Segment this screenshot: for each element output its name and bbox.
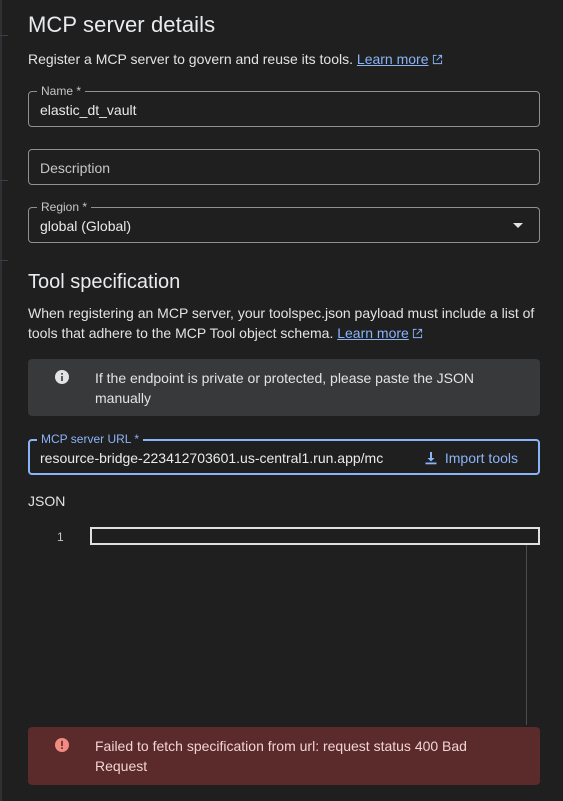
mcp-server-details-panel: MCP server details Register a MCP server… xyxy=(0,0,563,801)
learn-more-link[interactable]: Learn more xyxy=(357,51,443,67)
json-editor-input[interactable] xyxy=(90,527,540,545)
background-divider xyxy=(0,35,8,36)
tool-specification-title: Tool specification xyxy=(28,271,181,293)
mcp-server-url-value: resource-bridge-223412703601.us-central1… xyxy=(40,450,384,466)
external-link-icon xyxy=(432,54,442,65)
region-select-label: Region * xyxy=(37,200,92,214)
name-field-value: elastic_dt_vault xyxy=(40,102,137,118)
region-select[interactable]: Region * global (Global) xyxy=(28,200,540,243)
mcp-server-url-field[interactable]: MCP server URL * resource-bridge-2234127… xyxy=(28,432,540,475)
description-field[interactable]: Description xyxy=(28,149,540,185)
download-icon xyxy=(425,452,437,465)
name-field-label: Name * xyxy=(37,84,86,98)
region-select-value: global (Global) xyxy=(40,218,132,234)
error-icon xyxy=(55,738,69,752)
learn-more-label: Learn more xyxy=(356,51,429,67)
description-field-placeholder: Description xyxy=(40,160,111,176)
name-field[interactable]: Name * elastic_dt_vault xyxy=(28,84,540,127)
editor-scrollbar[interactable] xyxy=(526,545,527,725)
details-description-text: Register a MCP server to govern and reus… xyxy=(28,51,354,67)
import-tools-button[interactable]: Import tools xyxy=(413,446,532,470)
error-banner: Failed to fetch specification from url: … xyxy=(28,727,540,785)
info-banner: If the endpoint is private or protected,… xyxy=(28,359,540,416)
mcp-server-url-label: MCP server URL * xyxy=(37,432,144,446)
tool-spec-learn-more-link[interactable]: Learn more xyxy=(337,325,423,341)
tool-spec-description-text: When registering an MCP server, your too… xyxy=(28,305,535,341)
editor-line-number: 1 xyxy=(57,530,64,544)
page-title: MCP server details xyxy=(28,12,216,37)
info-banner-text: If the endpoint is private or protected,… xyxy=(95,370,474,406)
error-banner-text: Failed to fetch specification from url: … xyxy=(95,738,467,774)
background-divider xyxy=(0,260,8,261)
external-link-icon xyxy=(412,328,422,339)
dropdown-arrow-icon[interactable] xyxy=(513,223,523,228)
tool-spec-learn-more-label: Learn more xyxy=(337,325,409,341)
panel-left-border xyxy=(0,0,2,801)
background-divider xyxy=(0,180,8,181)
tool-spec-description: When registering an MCP server, your too… xyxy=(28,303,543,343)
details-description: Register a MCP server to govern and reus… xyxy=(28,49,543,69)
import-tools-label: Import tools xyxy=(444,450,518,466)
info-icon xyxy=(55,370,69,384)
json-label: JSON xyxy=(28,493,66,509)
